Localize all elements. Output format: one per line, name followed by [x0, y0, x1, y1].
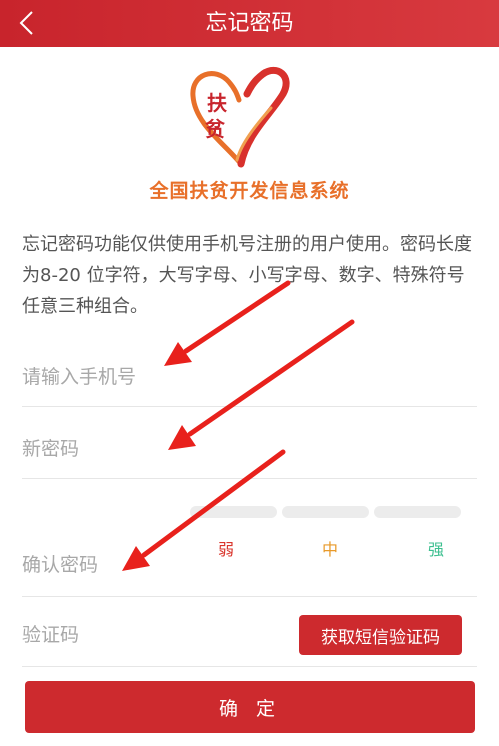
confirm-password-input[interactable]	[22, 550, 462, 580]
divider	[22, 596, 477, 597]
verification-code-input[interactable]	[22, 620, 282, 650]
strength-bar-medium	[282, 506, 369, 518]
top-bar: 忘记密码	[0, 0, 499, 47]
svg-text:贫: 贫	[205, 117, 226, 141]
phone-input[interactable]	[22, 362, 462, 392]
page-title: 忘记密码	[205, 11, 294, 36]
divider	[22, 478, 477, 479]
get-sms-code-button[interactable]: 获取短信验证码	[299, 615, 462, 655]
strength-bar-weak	[190, 506, 277, 518]
divider	[22, 406, 477, 407]
confirm-button[interactable]: 确 定	[25, 681, 475, 733]
system-name: 全国扶贫开发信息系统	[149, 180, 350, 202]
password-rules-description: 忘记密码功能仅供使用手机号注册的用户使用。密码长度为8-20 位字符，大写字母、…	[22, 234, 472, 317]
poverty-alleviation-logo: 扶 贫	[185, 64, 297, 174]
strength-bar-strong	[374, 506, 461, 518]
svg-text:扶: 扶	[207, 91, 228, 115]
divider	[22, 666, 477, 667]
new-password-input[interactable]	[22, 434, 462, 464]
